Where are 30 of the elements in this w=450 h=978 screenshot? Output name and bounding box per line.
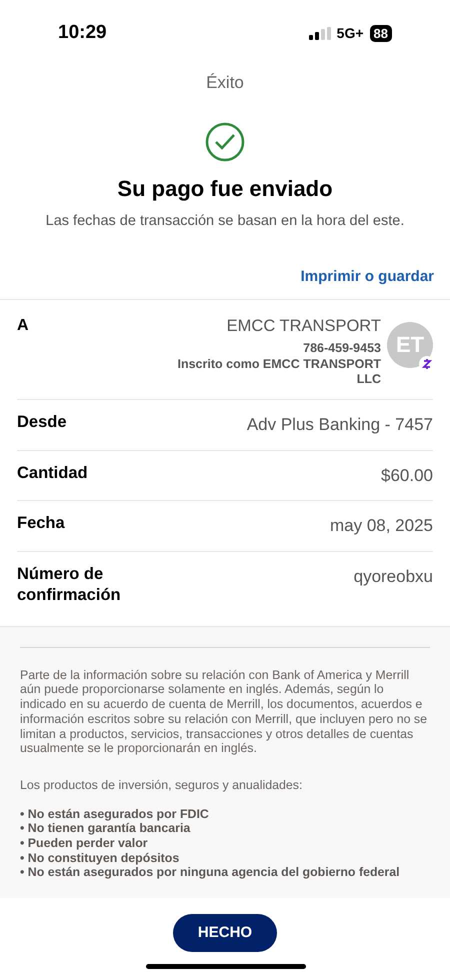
signal-icon: [308, 26, 331, 40]
recipient-name: EMCC TRANSPORT: [226, 316, 381, 337]
disclaimer-bullet: • No constituyen depósitos: [20, 850, 180, 866]
recipient-phone: 786-459-9453: [303, 340, 381, 356]
success-subtitle: Las fechas de transacción se basan en la hora del este.: [44, 212, 406, 230]
row-value: $60.00: [381, 464, 433, 487]
status-time: 10:29: [58, 20, 107, 45]
row-label: Cantidad: [17, 462, 89, 484]
checkmark-icon: [205, 122, 245, 162]
disclaimer-bullet: • Pueden perder valor: [20, 836, 149, 851]
done-button[interactable]: HECHO: [173, 914, 277, 952]
disclaimer-paragraph: Parte de la información sobre su relación con Bank of America y Merrill aún puede proporcionarse solamente en inglés. Además, según lo indicado en su acuerdo de cuenta de Merrill, los documentos, acuerdos e información escritos sobre su relación con Merrill, que incluyen pero no se limitan a productos, servicios, transacciones y otros detalles de cuentas usualmente se le proporcionarán en inglés.: [20, 668, 428, 756]
row-label: Número de confirmación: [17, 564, 122, 606]
network-label: 5G+: [336, 24, 364, 42]
screen-title: Éxito: [205, 72, 245, 94]
battery-level: 88: [370, 24, 392, 42]
row-label: A: [17, 316, 29, 336]
row-label: Desde: [17, 412, 68, 434]
recipient-enrolled: Inscrito como EMCC TRANSPORT LLC: [176, 357, 381, 388]
disclaimer-bullet: • No tienen garantía bancaria: [20, 821, 192, 836]
row-label: Fecha: [17, 513, 66, 534]
disclaimer-bullet: • No están asegurados por FDIC: [20, 806, 210, 822]
zelle-icon: [419, 356, 435, 372]
success-heading: Su pago fue enviado: [116, 174, 334, 203]
disclaimer-bullet: • No están asegurados por ninguna agencia del gobierno federal: [20, 865, 401, 880]
print-link[interactable]: Imprimir o guardar: [300, 266, 434, 289]
row-value: Adv Plus Banking - 7457: [246, 414, 433, 436]
row-value: may 08, 2025: [330, 515, 433, 538]
disclaimer-intro: Los productos de inversión, seguros y anualidades:: [20, 776, 304, 794]
row-value: qyoreobxu: [354, 566, 433, 588]
